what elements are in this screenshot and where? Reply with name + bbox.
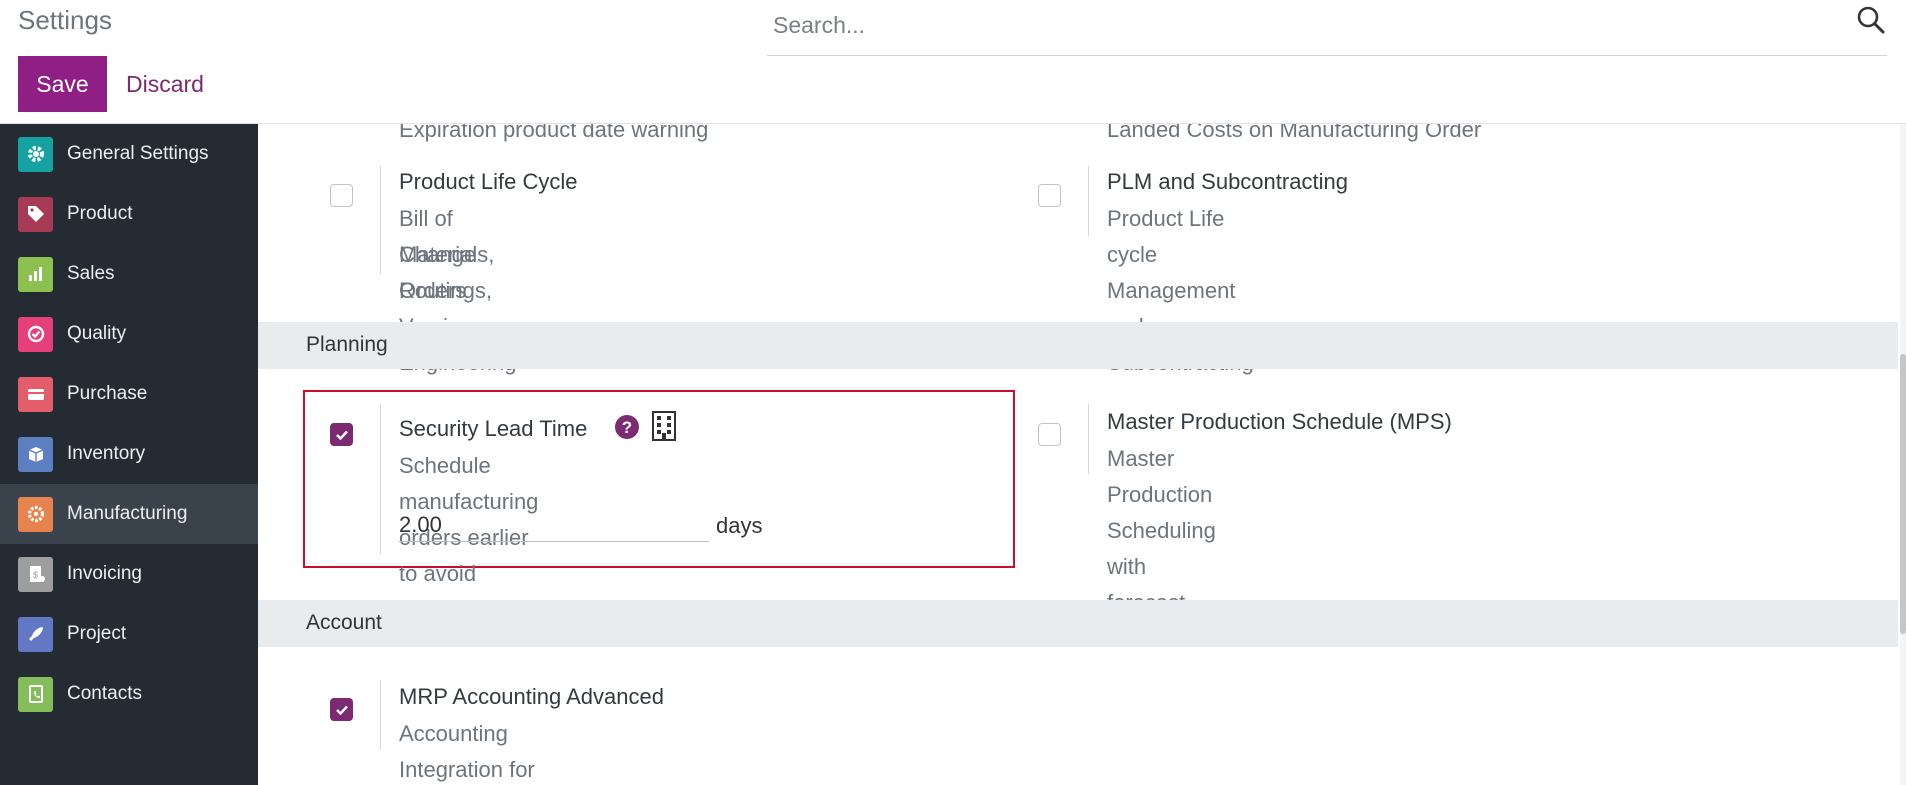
cog-icon [18,496,53,532]
sidebar-item-manufacturing[interactable]: Manufacturing [0,484,258,544]
invoice-icon: $ [18,556,53,592]
control-panel: Settings Save Discard [0,0,1906,124]
divider [1088,166,1089,236]
sidebar-item-label: General Settings [67,143,209,164]
mps-checkbox[interactable] [1038,423,1061,446]
setting-desc-landed-costs: Landed Costs on Manufacturing Order [1107,124,1482,142]
sidebar-item-label: Project [67,623,127,644]
sidebar-item-label: Purchase [67,383,148,404]
save-button[interactable]: Save [18,56,107,112]
security-lead-days-input[interactable] [399,508,709,542]
sidebar-item-label: Manufacturing [67,503,188,524]
setting-title: Product Life Cycle [399,169,578,194]
sidebar-item-inventory[interactable]: Inventory [0,424,258,484]
chart-icon [18,256,53,292]
plm-subcontracting-checkbox[interactable] [1038,184,1061,207]
setting-desc-expiration: Expiration product date warning [399,124,709,142]
gear-icon [18,136,53,172]
divider [380,404,381,554]
section-planning: Planning [258,322,1898,369]
sidebar-item-product[interactable]: Product [0,184,258,244]
credit-card-icon [18,376,53,412]
tags-icon [18,196,53,232]
security-lead-time-checkbox[interactable] [330,423,353,446]
rocket-icon [18,616,53,652]
svg-text:?: ? [622,418,632,437]
sidebar-item-label: Inventory [67,443,146,464]
scrollbar-thumb[interactable] [1900,354,1906,634]
mrp-accounting-checkbox[interactable] [330,698,353,721]
phone-book-icon [18,676,53,712]
checkmark-icon [336,705,348,716]
sidebar-item-label: Product [67,203,133,224]
divider [1088,404,1089,474]
help-icon[interactable]: ? [614,414,640,440]
setting-title: Security Lead Time [399,416,588,441]
search-bar [767,0,1887,56]
setting-title: MRP Accounting Advanced [399,684,664,709]
days-unit-label: days [716,513,763,538]
setting-title: PLM and Subcontracting [1107,169,1348,194]
section-account: Account [258,600,1898,647]
discard-button[interactable]: Discard [112,56,218,112]
sidebar-item-label: Invoicing [67,563,142,584]
section-title: Planning [306,333,388,356]
svg-text:$: $ [33,570,38,580]
check-circle-icon [18,316,53,352]
sidebar-item-label: Sales [67,263,115,284]
sidebar-item-label: Quality [67,323,127,344]
sidebar-item-invoicing[interactable]: $ Invoicing [0,544,258,604]
settings-content: Expiration product date warning Landed C… [258,124,1900,785]
search-icon[interactable] [1855,4,1887,36]
divider [380,166,381,274]
sidebar-item-contacts[interactable]: Contacts [0,664,258,724]
setting-desc: Change Orders [399,242,477,303]
settings-sidebar: General Settings Product Sales Quality P… [0,124,258,785]
setting-desc: Master Production Scheduling with foreca… [1107,446,1216,615]
plm-checkbox[interactable] [330,184,353,207]
setting-title: Master Production Schedule (MPS) [1107,409,1452,434]
company-building-icon [652,411,676,441]
setting-desc: Accounting Integration for Manufacturing [399,721,535,782]
breadcrumb[interactable]: Settings [18,5,112,36]
search-input[interactable] [773,8,1823,42]
checkmark-icon [336,430,348,441]
divider [380,680,381,750]
sidebar-item-project[interactable]: Project [0,604,258,664]
main-scrollbar[interactable] [1900,124,1906,785]
sidebar-item-sales[interactable]: Sales [0,244,258,304]
box-icon [18,436,53,472]
sidebar-item-general-settings[interactable]: General Settings [0,124,258,184]
sidebar-item-purchase[interactable]: Purchase [0,364,258,424]
sidebar-item-quality[interactable]: Quality [0,304,258,364]
sidebar-item-label: Contacts [67,683,142,704]
section-title: Account [306,611,382,634]
